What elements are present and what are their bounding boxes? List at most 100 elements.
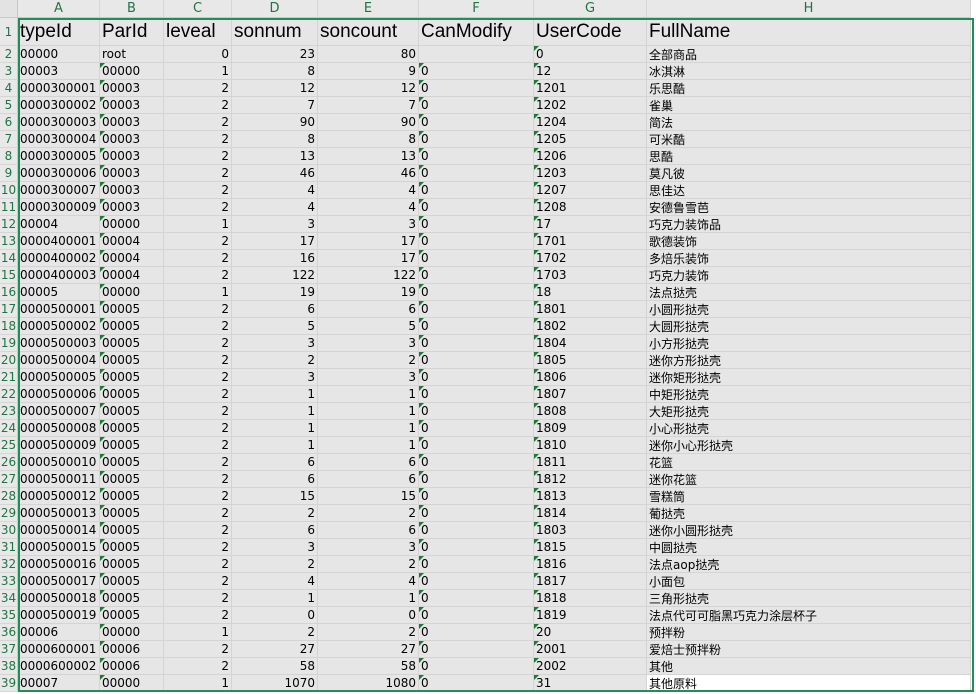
table-cell[interactable]: 中圆挞壳 [647, 539, 971, 556]
row-header-10[interactable]: 10 [0, 182, 18, 199]
table-cell[interactable]: 90 [318, 114, 419, 131]
table-cell[interactable]: 00005 [100, 437, 164, 454]
table-cell[interactable]: 00005 [100, 454, 164, 471]
table-cell[interactable]: 2 [318, 556, 419, 573]
table-cell[interactable]: 7 [318, 97, 419, 114]
table-cell[interactable]: 1804 [534, 335, 647, 352]
row-header-1[interactable]: 1 [0, 18, 18, 46]
table-cell[interactable]: 0000300004 [18, 131, 100, 148]
table-cell[interactable]: 0 [419, 318, 534, 335]
header-cell[interactable]: leveal [164, 18, 232, 46]
row-header-25[interactable]: 25 [0, 437, 18, 454]
table-cell[interactable]: 0 [419, 301, 534, 318]
table-cell[interactable]: 12 [534, 63, 647, 80]
table-cell[interactable]: 2 [232, 505, 318, 522]
table-cell[interactable]: 122 [318, 267, 419, 284]
table-cell[interactable]: 0 [419, 420, 534, 437]
table-cell[interactable]: 00005 [100, 488, 164, 505]
table-cell[interactable]: 法点aop挞壳 [647, 556, 971, 573]
table-cell[interactable]: 12 [318, 80, 419, 97]
column-header-d[interactable]: D [232, 0, 318, 18]
row-header-24[interactable]: 24 [0, 420, 18, 437]
table-cell[interactable]: 23 [232, 46, 318, 63]
table-cell[interactable]: 全部商品 [647, 46, 971, 63]
table-cell[interactable]: 法点代可可脂黑巧克力涂层杯子 [647, 607, 971, 624]
table-cell[interactable]: 0000500011 [18, 471, 100, 488]
table-cell[interactable]: 1816 [534, 556, 647, 573]
header-cell[interactable]: CanModify [419, 18, 534, 46]
row-header-22[interactable]: 22 [0, 386, 18, 403]
table-cell[interactable]: 2 [164, 454, 232, 471]
table-cell[interactable]: 小心形挞壳 [647, 420, 971, 437]
table-cell[interactable]: 2 [164, 522, 232, 539]
table-cell[interactable]: 迷你花篮 [647, 471, 971, 488]
table-cell[interactable]: 0 [419, 522, 534, 539]
table-cell[interactable]: 0000500015 [18, 539, 100, 556]
table-cell[interactable]: 12 [232, 80, 318, 97]
table-cell[interactable]: 17 [534, 216, 647, 233]
table-cell[interactable]: 爱焙士预拌粉 [647, 641, 971, 658]
table-cell[interactable]: 1 [232, 420, 318, 437]
table-cell[interactable]: 1 [164, 284, 232, 301]
table-cell[interactable]: 3 [318, 369, 419, 386]
table-cell[interactable]: 1202 [534, 97, 647, 114]
table-cell[interactable]: 1204 [534, 114, 647, 131]
table-cell[interactable]: 00005 [100, 403, 164, 420]
row-header-11[interactable]: 11 [0, 199, 18, 216]
table-cell[interactable]: 1805 [534, 352, 647, 369]
table-cell[interactable]: 3 [318, 539, 419, 556]
table-cell[interactable]: 17 [232, 233, 318, 250]
row-header-17[interactable]: 17 [0, 301, 18, 318]
row-header-3[interactable]: 3 [0, 63, 18, 80]
table-cell[interactable]: 2 [164, 233, 232, 250]
table-cell[interactable]: 00005 [100, 522, 164, 539]
table-cell[interactable]: 4 [318, 182, 419, 199]
row-header-7[interactable]: 7 [0, 131, 18, 148]
table-cell[interactable]: 4 [232, 182, 318, 199]
table-cell[interactable]: 0000500006 [18, 386, 100, 403]
table-cell[interactable]: 00006 [100, 658, 164, 675]
table-cell[interactable]: 0000500005 [18, 369, 100, 386]
table-cell[interactable]: 00005 [100, 352, 164, 369]
table-cell[interactable]: 中矩形挞壳 [647, 386, 971, 403]
table-cell[interactable]: 0000500003 [18, 335, 100, 352]
table-cell[interactable]: 0000300002 [18, 97, 100, 114]
table-cell[interactable]: 0 [419, 488, 534, 505]
table-cell[interactable]: 0000500001 [18, 301, 100, 318]
table-cell[interactable]: 8 [232, 63, 318, 80]
table-cell[interactable]: 2 [164, 539, 232, 556]
table-cell[interactable]: 0 [318, 607, 419, 624]
table-cell[interactable]: 巧克力装饰 [647, 267, 971, 284]
table-cell[interactable]: 2 [164, 641, 232, 658]
column-header-c[interactable]: C [164, 0, 232, 18]
table-cell[interactable]: 1802 [534, 318, 647, 335]
table-cell[interactable]: 00005 [100, 318, 164, 335]
table-cell[interactable]: 0 [419, 675, 534, 692]
table-cell[interactable]: 巧克力装饰品 [647, 216, 971, 233]
table-cell[interactable]: 17 [318, 250, 419, 267]
table-cell[interactable]: 0 [419, 352, 534, 369]
table-cell[interactable]: 2 [164, 250, 232, 267]
table-cell[interactable]: 00003 [100, 80, 164, 97]
table-cell[interactable]: 3 [318, 335, 419, 352]
table-cell[interactable]: 0 [419, 199, 534, 216]
row-header-28[interactable]: 28 [0, 488, 18, 505]
table-cell[interactable]: 0000500010 [18, 454, 100, 471]
table-cell[interactable]: 19 [232, 284, 318, 301]
table-cell[interactable]: 0 [419, 369, 534, 386]
table-cell[interactable]: 13 [318, 148, 419, 165]
table-cell[interactable]: 法点挞壳 [647, 284, 971, 301]
table-cell[interactable]: 46 [232, 165, 318, 182]
table-cell[interactable]: 0000500009 [18, 437, 100, 454]
table-cell[interactable]: 3 [232, 335, 318, 352]
table-cell[interactable]: 2 [318, 505, 419, 522]
table-cell[interactable]: 00000 [100, 624, 164, 641]
table-cell[interactable]: 0000500007 [18, 403, 100, 420]
table-cell[interactable]: root [100, 46, 164, 63]
column-header-b[interactable]: B [100, 0, 164, 18]
table-cell[interactable]: 0000400003 [18, 267, 100, 284]
table-cell[interactable]: 2 [164, 403, 232, 420]
table-cell[interactable]: 冰淇淋 [647, 63, 971, 80]
table-cell[interactable]: 6 [318, 471, 419, 488]
table-cell[interactable]: 3 [318, 216, 419, 233]
